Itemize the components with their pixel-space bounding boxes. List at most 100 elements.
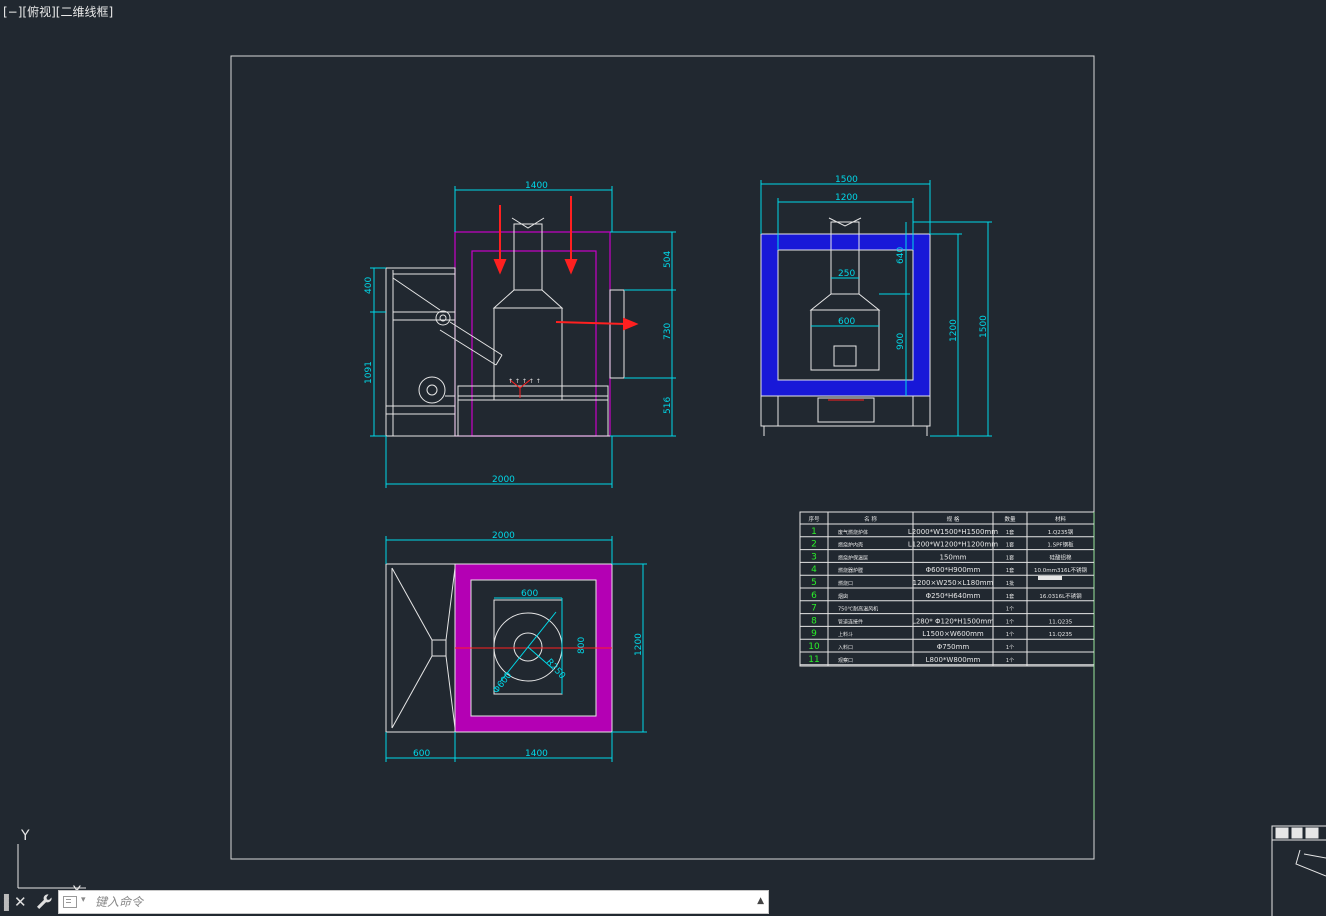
bom-row-name: 燃烧炉保温层: [838, 554, 868, 561]
front-chimney: [513, 223, 543, 291]
wrench-icon[interactable]: [34, 892, 54, 912]
dim-plan-radius: R250: [544, 657, 567, 681]
front-magenta-inner: [471, 250, 597, 437]
dim-side-inner-top: 640: [896, 247, 906, 264]
bom-row-id: 2: [811, 540, 817, 550]
bom-row-spec: 1200×W250×L180mm: [913, 579, 994, 587]
bom-row-id: 9: [811, 629, 817, 639]
dim-front-right-bottom: 516: [663, 397, 673, 414]
feed-pulley: [435, 310, 451, 326]
dim-front-left-lower: 1091: [364, 361, 374, 384]
bom-material-bar: [1038, 576, 1062, 580]
bom-row-material: 1.SPF钢板: [1047, 541, 1074, 549]
bom-row-name: 入料口: [838, 644, 853, 651]
airflow-arrows: [493, 196, 639, 331]
drawing-canvas[interactable]: ↑ ↑ ↑ ↑ ↑ 1400 2000 400 1091 504 730 516…: [0, 0, 1326, 916]
dim-plan-bottom-right: 1400: [525, 749, 548, 759]
bom-row-material: 11.Q235: [1049, 619, 1073, 625]
dim-plan-diag: Φ600: [491, 670, 514, 695]
dim-plan-top: 2000: [492, 531, 515, 541]
bom-header-cell: 名 称: [864, 515, 877, 523]
dim-front-right-mid: 730: [663, 323, 673, 340]
bom-row-id: 1: [811, 527, 817, 537]
ucs-icon: Y X: [17, 828, 86, 892]
side-view: 1500 1200 250 600 640 900 1200 1500: [760, 175, 992, 437]
dim-side-top-outer: 1500: [835, 175, 858, 185]
dim-side-inner-width: 250: [838, 269, 855, 279]
bom-row-id: 4: [811, 565, 817, 575]
bom-row-name: 750℃耐高温风机: [838, 606, 878, 613]
bom-row-spec: Φ250*H640mm: [926, 592, 981, 600]
command-input[interactable]: [95, 893, 745, 911]
dim-side-top-inner: 1200: [835, 193, 858, 203]
bom-row-material: 16.0316L不锈钢: [1039, 592, 1082, 600]
bom-row-qty: 1套: [1006, 542, 1014, 549]
bom-row-spec: L280* Φ120*H1500mm: [912, 617, 994, 625]
bom-row-material: 10.0mm316L不锈钢: [1034, 566, 1088, 574]
bom-row-spec: Φ750mm: [937, 643, 970, 651]
bom-row-qty: 1套: [1006, 529, 1014, 536]
dim-plan-bottom-left: 600: [413, 749, 430, 759]
bom-row-name: 管道连接件: [838, 618, 863, 625]
plan-view: 2000 600 800 1200 Φ600 R250 600 1400: [385, 531, 647, 762]
mini-title-block: [1271, 825, 1326, 916]
hopper-frame: [385, 267, 456, 437]
paper-frame: [230, 55, 1095, 860]
bom-header-cell: 序号: [808, 515, 820, 523]
bom-row-spec: 150mm: [940, 553, 967, 561]
bom-row-qty: 1套: [1006, 567, 1014, 574]
front-hood: [492, 289, 564, 309]
front-base: [457, 385, 609, 397]
command-bar-grip[interactable]: ▪ ▪ ▪ ▪: [3, 892, 10, 914]
command-bar: ▪▪▪▪ ✕ ▾ ▲: [0, 889, 770, 916]
bom-row-spec: L2000*W1500*H1500mm: [908, 528, 998, 536]
bom-table: 序号 名 称 规 格 数量 材料 1 废气燃烧炉体 L2000*W1500*H1500mm 1套…: [799, 511, 1095, 820]
chevron-down-icon[interactable]: ▾: [81, 895, 86, 905]
front-outlet-box: [609, 289, 625, 379]
command-prompt-icon[interactable]: [63, 896, 77, 908]
bom-row-qty: 1个: [1006, 607, 1014, 613]
bom-row-material: 1.Q235钢: [1048, 528, 1074, 536]
side-chimney: [830, 221, 860, 295]
dim-plan-inner-top: 600: [521, 589, 538, 599]
front-magenta-outer: [454, 231, 611, 437]
bom-row-name: 上料斗: [838, 631, 853, 638]
bom-row-name: 燃烧器炉膛: [838, 567, 863, 574]
bom-row-qty: 1批: [1006, 580, 1014, 587]
ucs-y-label: Y: [20, 828, 30, 844]
bom-row-qty: 1套: [1006, 593, 1014, 600]
dim-front-top: 1400: [525, 181, 548, 191]
bom-row-qty: 1套: [1006, 554, 1014, 561]
dim-side-right-outer: 1500: [979, 315, 989, 338]
bom-row-id: 10: [808, 642, 820, 652]
bom-row-spec: L1200*W1200*H1200mm: [908, 541, 998, 549]
bom-row-material: 11.Q235: [1049, 632, 1073, 638]
bom-row-id: 5: [811, 578, 817, 588]
command-input-box: ▾ ▲: [58, 890, 769, 914]
bom-header-cell: 规 格: [947, 515, 960, 523]
front-view: ↑ ↑ ↑ ↑ ↑ 1400 2000 400 1091 504 730 516: [364, 181, 676, 488]
dim-front-bottom: 2000: [492, 475, 515, 485]
close-icon[interactable]: ✕: [14, 892, 27, 912]
bom-row-name: 烟囱: [838, 593, 848, 600]
bom-row-spec: L800*W800mm: [926, 656, 981, 664]
dim-plan-outer-right: 1200: [634, 633, 644, 656]
side-hood: [809, 293, 881, 311]
bom-header-cell: 材料: [1055, 515, 1067, 523]
bom-row-id: 6: [811, 591, 817, 601]
bom-row-name: 燃烧口: [838, 580, 853, 587]
chevron-up-icon[interactable]: ▲: [757, 896, 764, 906]
bom-row-material: 硅酸铝棉: [1049, 553, 1072, 561]
dim-side-inner-mid: 900: [896, 333, 906, 350]
fan-dots: ↑ ↑ ↑ ↑ ↑: [508, 378, 541, 385]
bom-row-name: 废气燃烧炉体: [838, 529, 868, 536]
bom-row-id: 7: [811, 604, 817, 614]
bom-row-spec: L1500×W600mm: [922, 630, 984, 638]
bom-row-qty: 1个: [1006, 658, 1014, 664]
bom-row-qty: 1个: [1006, 619, 1014, 625]
side-inspection-window: [833, 345, 857, 367]
bom-row-qty: 1个: [1006, 632, 1014, 638]
bom-row-id: 8: [811, 616, 817, 626]
bom-row-name: 燃烧炉内壳: [838, 542, 863, 549]
bom-header-cell: 数量: [1004, 515, 1016, 523]
